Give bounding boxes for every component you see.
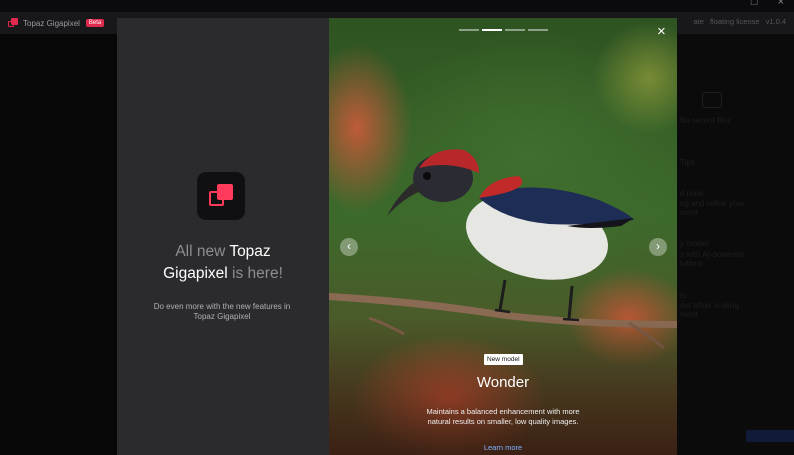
model-description: Maintains a balanced enhancement with mo…: [426, 407, 580, 426]
model-title: Wonder: [476, 374, 530, 391]
intro-headline: All new Topaz Gigapixel is here!: [163, 243, 283, 282]
maximize-button[interactable]: □: [751, 0, 758, 8]
next-slide-button[interactable]: ›: [649, 238, 667, 256]
topaz-logo-icon: [8, 18, 18, 28]
intro-subtext: Do even more with the new features in To…: [153, 302, 291, 321]
new-model-badge: New model: [484, 354, 523, 365]
slide-progress-segment[interactable]: [528, 29, 548, 31]
close-window-button[interactable]: ×: [778, 0, 784, 8]
window-controls: □ ×: [751, 0, 784, 8]
license-status: ate floating license v1.0.4: [693, 17, 787, 26]
slide-progress-segment[interactable]: [459, 29, 479, 31]
slide-progress-indicator: [459, 29, 548, 31]
previous-slide-button[interactable]: ‹: [340, 238, 358, 256]
slide-progress-segment[interactable]: [505, 29, 525, 31]
feature-carousel: × ‹ › New model Wonder Maintains a balan…: [329, 18, 677, 455]
beta-badge: Beta: [85, 19, 105, 27]
window-titlebar: □ ×: [0, 0, 794, 12]
close-icon[interactable]: ×: [657, 24, 666, 39]
whats-new-intro-panel: [117, 18, 329, 455]
gigapixel-app-icon: [197, 172, 245, 220]
slide-progress-segment-active[interactable]: [482, 29, 502, 31]
app-name: Topaz Gigapixel: [23, 18, 80, 28]
learn-more-link[interactable]: Learn more: [329, 443, 677, 452]
